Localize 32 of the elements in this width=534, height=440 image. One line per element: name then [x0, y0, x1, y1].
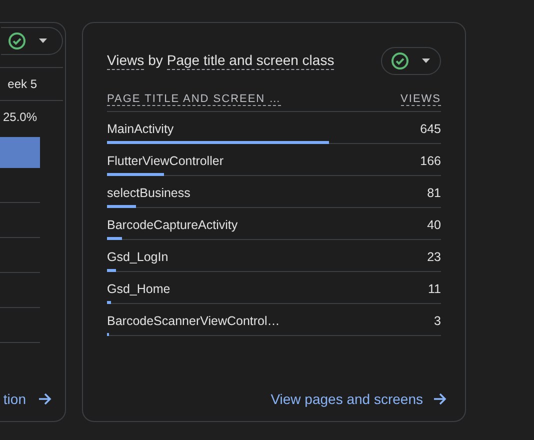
table-cell: BarcodeScannerViewControl… [107, 314, 280, 328]
check-circle-icon [391, 52, 409, 70]
table-cell: FlutterViewController [107, 154, 224, 168]
heatmap-cell [0, 137, 40, 168]
table-cell: Gsd_LogIn [107, 250, 168, 264]
table-cell: BarcodeCaptureActivity [107, 218, 238, 232]
column-header: VIEWS [400, 93, 441, 106]
table-cell: 11 [428, 282, 441, 296]
view-link[interactable]: View pages and screens [270, 391, 447, 407]
dimension-label: Page title and screen class [166, 52, 334, 70]
arrow-icon [433, 392, 447, 406]
status-dropdown[interactable] [381, 47, 441, 75]
arrow-icon [38, 392, 52, 406]
view-link[interactable]: tion [3, 391, 52, 407]
table-cell: 81 [427, 186, 441, 200]
table-cell: 40 [427, 218, 441, 232]
status-dropdown[interactable] [1, 27, 63, 55]
caret-icon [421, 58, 431, 64]
table-cell: MainActivity [107, 122, 174, 136]
table-cell: 25.0% [0, 100, 63, 133]
check-circle-icon [8, 32, 26, 50]
metric-label: Views [107, 52, 144, 70]
table-cell: 3 [434, 314, 441, 328]
title-text: by [148, 52, 163, 70]
table-cell: 23 [427, 250, 441, 264]
table-cell: 645 [420, 122, 441, 136]
table-cell: eek 5 [0, 67, 63, 100]
column-header: PAGE TITLE AND SCREEN … [107, 93, 282, 106]
table-cell: selectBusiness [107, 186, 190, 200]
caret-icon [38, 38, 48, 44]
table-cell: Gsd_Home [107, 282, 170, 296]
table-cell: 166 [420, 154, 441, 168]
